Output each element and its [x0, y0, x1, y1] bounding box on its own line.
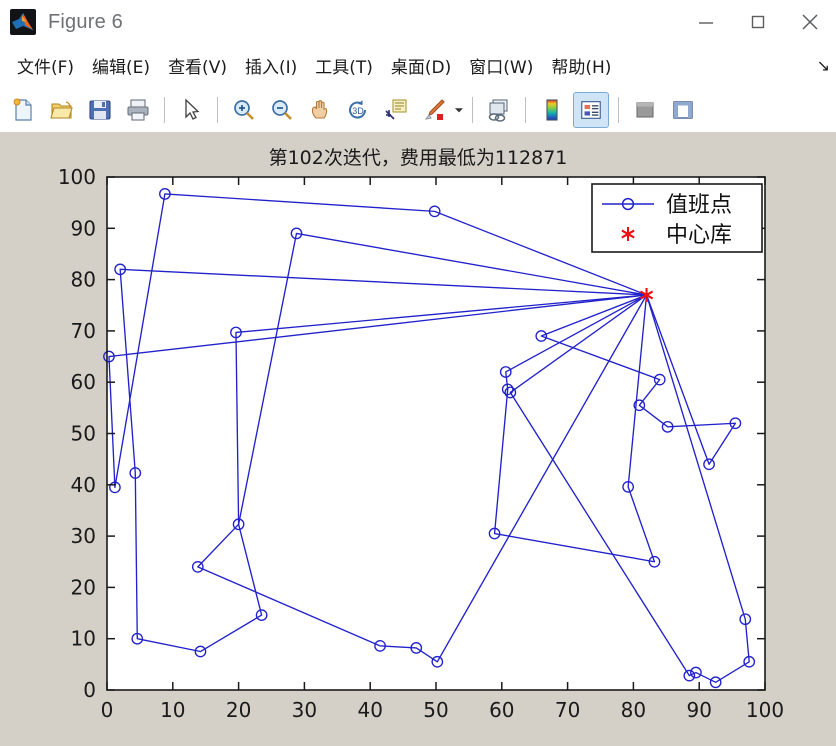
y-tick-label: 0 [83, 678, 96, 702]
menu-edit[interactable]: 编辑(E) [83, 51, 159, 80]
x-tick-label: 40 [357, 698, 382, 722]
x-tick-label: 20 [226, 698, 251, 722]
new-figure-icon[interactable] [7, 93, 41, 127]
zoom-in-icon[interactable] [227, 93, 261, 127]
figure-canvas: 第102次迭代，费用最低为112871 0 10 20 30 40 50 60 70 80 90 1… [0, 132, 836, 746]
data-cursor-icon[interactable] [379, 93, 413, 127]
figure-toolbar: 3D [0, 87, 836, 133]
print-figure-icon[interactable] [121, 93, 155, 127]
save-figure-icon[interactable] [83, 93, 117, 127]
colorbar-icon[interactable] [535, 93, 569, 127]
minimize-button[interactable] [680, 0, 732, 44]
y-tick-label: 90 [71, 216, 96, 240]
close-button[interactable] [784, 0, 836, 44]
toolbar-separator-3 [472, 96, 473, 123]
open-file-icon[interactable] [45, 93, 79, 127]
toolbar-separator-5 [618, 96, 619, 123]
plot-axes: 0 10 20 30 40 50 60 70 80 90 100 0 10 20 30 40 50 60 70 80 9… [58, 165, 784, 722]
menu-insert[interactable]: 插入(I) [236, 51, 306, 80]
x-tick-label: 80 [621, 698, 646, 722]
y-tick-label: 70 [71, 319, 96, 343]
plot-background [107, 177, 765, 690]
x-tick-label: 30 [292, 698, 317, 722]
y-tick-label: 40 [71, 473, 96, 497]
hide-plot-tools-icon[interactable] [628, 93, 662, 127]
pan-icon[interactable] [303, 93, 337, 127]
x-tick-label: 60 [489, 698, 514, 722]
y-tick-label: 30 [71, 524, 96, 548]
menu-view[interactable]: 查看(V) [159, 51, 236, 80]
brush-icon[interactable] [417, 93, 451, 127]
y-tick-label: 20 [71, 575, 96, 599]
menu-file[interactable]: 文件(F) [8, 51, 83, 80]
plot-legend: 值班点中心库 [591, 183, 763, 253]
brush-dropdown-icon[interactable] [453, 93, 465, 127]
y-tick-label: 10 [71, 627, 96, 651]
menu-overflow-icon[interactable]: ↘ [817, 56, 830, 76]
window-title: Figure 6 [48, 10, 123, 33]
maximize-button[interactable] [732, 0, 784, 44]
y-tick-label: 80 [71, 268, 96, 292]
link-plot-icon[interactable] [482, 93, 516, 127]
menu-help[interactable]: 帮助(H) [542, 51, 620, 80]
title-bar: Figure 6 [0, 0, 836, 44]
svg-text:3D: 3D [352, 106, 364, 116]
matlab-figure-window: Figure 6 文件(F) 编辑(E) 查看(V) 插入(I) 工具(T) 桌… [0, 0, 836, 746]
x-tick-label: 90 [686, 698, 711, 722]
y-tick-label: 60 [71, 370, 96, 394]
y-tick-label: 50 [71, 422, 96, 446]
legend-label: 值班点 [666, 193, 732, 218]
toolbar-separator-4 [525, 96, 526, 123]
x-tick-label: 100 [746, 698, 784, 722]
menu-bar: 文件(F) 编辑(E) 查看(V) 插入(I) 工具(T) 桌面(D) 窗口(W… [0, 44, 836, 88]
x-tick-label: 50 [423, 698, 448, 722]
show-plot-tools-icon[interactable] [666, 93, 700, 127]
legend-icon[interactable] [573, 91, 609, 128]
matlab-logo-icon [10, 9, 36, 35]
x-tick-label: 70 [555, 698, 580, 722]
x-tick-label: 0 [101, 698, 114, 722]
x-tick-label: 10 [160, 698, 185, 722]
legend-label: 中心库 [666, 223, 732, 248]
menu-tools[interactable]: 工具(T) [306, 51, 382, 80]
toolbar-separator-2 [217, 96, 218, 123]
y-tick-label: 100 [58, 165, 96, 189]
menu-window[interactable]: 窗口(W) [460, 51, 542, 80]
pointer-icon[interactable] [174, 93, 208, 127]
rotate-3d-icon[interactable]: 3D [341, 93, 375, 127]
zoom-out-icon[interactable] [265, 93, 299, 127]
toolbar-separator-1 [164, 96, 165, 123]
menu-desktop[interactable]: 桌面(D) [382, 51, 460, 80]
